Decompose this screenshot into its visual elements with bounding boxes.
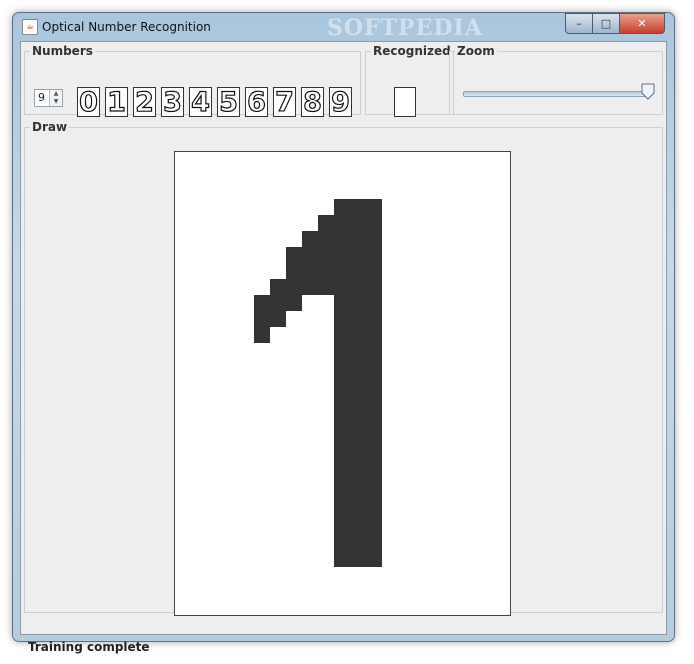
digit-stem bbox=[334, 199, 382, 567]
recognized-legend: Recognized bbox=[373, 44, 451, 58]
zoom-panel: Zoom bbox=[449, 44, 663, 115]
zoom-slider-thumb[interactable] bbox=[641, 83, 655, 100]
title-bar[interactable]: ☕ Optical Number Recognition SOFTPEDIA –… bbox=[13, 13, 674, 41]
softpedia-watermark: SOFTPEDIA bbox=[327, 15, 483, 41]
spinner-buttons: ▲ ▼ bbox=[49, 90, 62, 106]
training-digit-0[interactable]: 0 bbox=[77, 87, 100, 118]
close-button[interactable]: ✕ bbox=[619, 13, 665, 34]
training-digit-3[interactable]: 3 bbox=[161, 87, 184, 118]
spinner-value[interactable]: 9 bbox=[38, 91, 45, 104]
app-window: ☕ Optical Number Recognition SOFTPEDIA –… bbox=[12, 12, 675, 654]
training-digit-6[interactable]: 6 bbox=[245, 87, 268, 118]
zoom-slider-track[interactable] bbox=[463, 91, 651, 97]
draw-legend: Draw bbox=[32, 120, 68, 134]
digit-spinner[interactable]: 9 ▲ ▼ bbox=[34, 89, 63, 107]
java-app-icon[interactable]: ☕ bbox=[22, 19, 38, 35]
recognized-panel: Recognized bbox=[365, 44, 454, 117]
spinner-up-icon[interactable]: ▲ bbox=[50, 90, 62, 98]
training-digit-9[interactable]: 9 bbox=[329, 87, 352, 118]
maximize-button[interactable]: □ bbox=[592, 13, 620, 34]
training-digit-2[interactable]: 2 bbox=[133, 87, 156, 118]
digit-flag-step bbox=[318, 215, 334, 295]
zoom-legend: Zoom bbox=[457, 44, 495, 58]
digit-flag-step bbox=[254, 295, 270, 343]
digit-flag-step bbox=[302, 231, 318, 295]
digit-flag-step bbox=[286, 247, 302, 311]
window-title: Optical Number Recognition bbox=[42, 20, 211, 34]
minimize-button[interactable]: – bbox=[565, 13, 593, 34]
recognized-digit-box bbox=[394, 87, 416, 117]
training-digit-5[interactable]: 5 bbox=[217, 87, 240, 118]
training-digit-7[interactable]: 7 bbox=[273, 87, 296, 118]
numbers-legend: Numbers bbox=[32, 44, 93, 58]
drawn-digit-strokes bbox=[254, 199, 382, 567]
numbers-panel: Numbers 9 ▲ ▼ 0123456789 bbox=[24, 44, 361, 118]
training-digit-4[interactable]: 4 bbox=[189, 87, 212, 118]
spinner-down-icon[interactable]: ▼ bbox=[50, 98, 62, 106]
status-label: Training complete bbox=[28, 640, 150, 654]
training-digit-1[interactable]: 1 bbox=[105, 87, 128, 118]
drawing-canvas[interactable] bbox=[174, 151, 511, 616]
training-digit-8[interactable]: 8 bbox=[301, 87, 324, 118]
digit-flag-step bbox=[270, 279, 286, 327]
client-area: Numbers 9 ▲ ▼ 0123456789 Recognized Zoom… bbox=[20, 41, 667, 654]
